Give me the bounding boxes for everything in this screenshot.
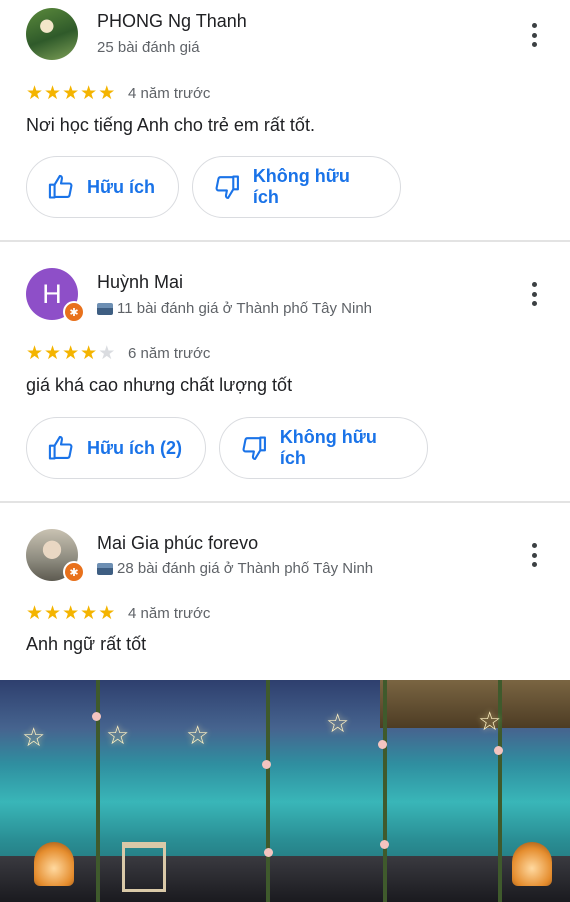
thumb-down-icon [215, 175, 239, 200]
review-text: giá khá cao nhưng chất lượng tốt [26, 375, 293, 395]
avatar[interactable] [26, 8, 78, 60]
review-card: PHONG Ng Thanh 25 bài đánh giá ★ ★ ★ ★ ★ 4 n… [0, 0, 570, 240]
photo-lamp [512, 842, 552, 886]
photo-hut-roof [380, 680, 570, 728]
review-text: Anh ngữ rất tốt [26, 634, 147, 654]
photo-lamp [34, 842, 74, 886]
star-icon: ★ [26, 83, 44, 104]
helpful-button[interactable]: Hữu ích [26, 156, 179, 218]
star-icon: ★ [98, 343, 116, 364]
star-decoration: ☆ [326, 708, 350, 738]
more-vert-icon [531, 282, 537, 287]
star-icon: ★ [44, 343, 62, 364]
local-guide-badge-icon: ✱ [63, 301, 85, 323]
star-icon: ★ [62, 343, 80, 364]
helpful-label: Hữu ích (2) [87, 437, 183, 458]
helpful-button[interactable]: Hữu ích (2) [26, 417, 206, 479]
star-icon: ★ [80, 603, 98, 624]
star-rating: ★ ★ ★ ★ ★ [26, 344, 115, 364]
star-decoration: ☆ [478, 706, 502, 736]
reviewer-meta: 11 bài đánh giá ở Thành phố Tây Ninh [97, 300, 372, 317]
not-helpful-button[interactable]: Không hữu ích [192, 156, 401, 218]
photo-table [122, 842, 166, 892]
star-icon: ★ [26, 343, 44, 364]
reviewer-name[interactable]: Huỳnh Mai [97, 272, 183, 293]
reviewer-name[interactable]: PHONG Ng Thanh [97, 11, 247, 32]
review-time: 4 năm trước [128, 85, 211, 102]
review-card: ✱ Mai Gia phúc forevo 28 bài đánh giá ở … [0, 503, 570, 678]
review-photo[interactable]: ☆ ☆ ☆ ☆ ☆ [0, 680, 570, 902]
photo-floor [0, 856, 570, 902]
more-vert-icon [531, 23, 537, 28]
star-decoration: ☆ [186, 720, 210, 750]
more-vert-icon [531, 543, 537, 548]
local-guide-badge-icon: ✱ [63, 561, 85, 583]
thumb-down-icon [242, 436, 266, 461]
not-helpful-label: Không hữu ích [279, 427, 377, 468]
review-card: H ✱ Huỳnh Mai 11 bài đánh giá ở Thành ph… [0, 242, 570, 501]
helpful-label: Hữu ích [87, 176, 156, 197]
review-count: 28 bài đánh giá ở Thành phố Tây Ninh [117, 560, 374, 577]
reviewer-meta: 25 bài đánh giá [97, 39, 200, 56]
star-icon: ★ [44, 603, 62, 624]
star-icon: ★ [62, 83, 80, 104]
star-decoration: ☆ [106, 720, 130, 750]
star-icon: ★ [98, 83, 116, 104]
more-options-button[interactable] [524, 541, 544, 569]
star-decoration: ☆ [22, 722, 46, 752]
reviewer-name[interactable]: Mai Gia phúc forevo [97, 533, 258, 554]
thumb-up-icon [48, 174, 73, 199]
star-icon: ★ [62, 603, 80, 624]
star-icon: ★ [26, 603, 44, 624]
review-text: Nơi học tiếng Anh cho trẻ em rất tốt. [26, 115, 315, 135]
review-count: 25 bài đánh giá [97, 39, 200, 56]
star-rating: ★ ★ ★ ★ ★ [26, 84, 115, 104]
thumb-up-icon [48, 435, 73, 460]
city-icon [97, 562, 113, 575]
more-options-button[interactable] [524, 21, 544, 49]
avatar-letter: H [42, 278, 62, 309]
star-icon: ★ [80, 343, 98, 364]
reviewer-meta: 28 bài đánh giá ở Thành phố Tây Ninh [97, 560, 373, 577]
not-helpful-button[interactable]: Không hữu ích [219, 417, 428, 479]
star-icon: ★ [80, 83, 98, 104]
star-icon: ★ [44, 83, 62, 104]
review-time: 6 năm trước [128, 345, 211, 362]
star-icon: ★ [98, 603, 116, 624]
star-rating: ★ ★ ★ ★ ★ [26, 604, 115, 624]
more-options-button[interactable] [524, 280, 544, 308]
review-count: 11 bài đánh giá ở Thành phố Tây Ninh [117, 300, 373, 317]
not-helpful-label: Không hữu ích [252, 166, 350, 207]
city-icon [97, 302, 113, 315]
review-time: 4 năm trước [128, 605, 211, 622]
